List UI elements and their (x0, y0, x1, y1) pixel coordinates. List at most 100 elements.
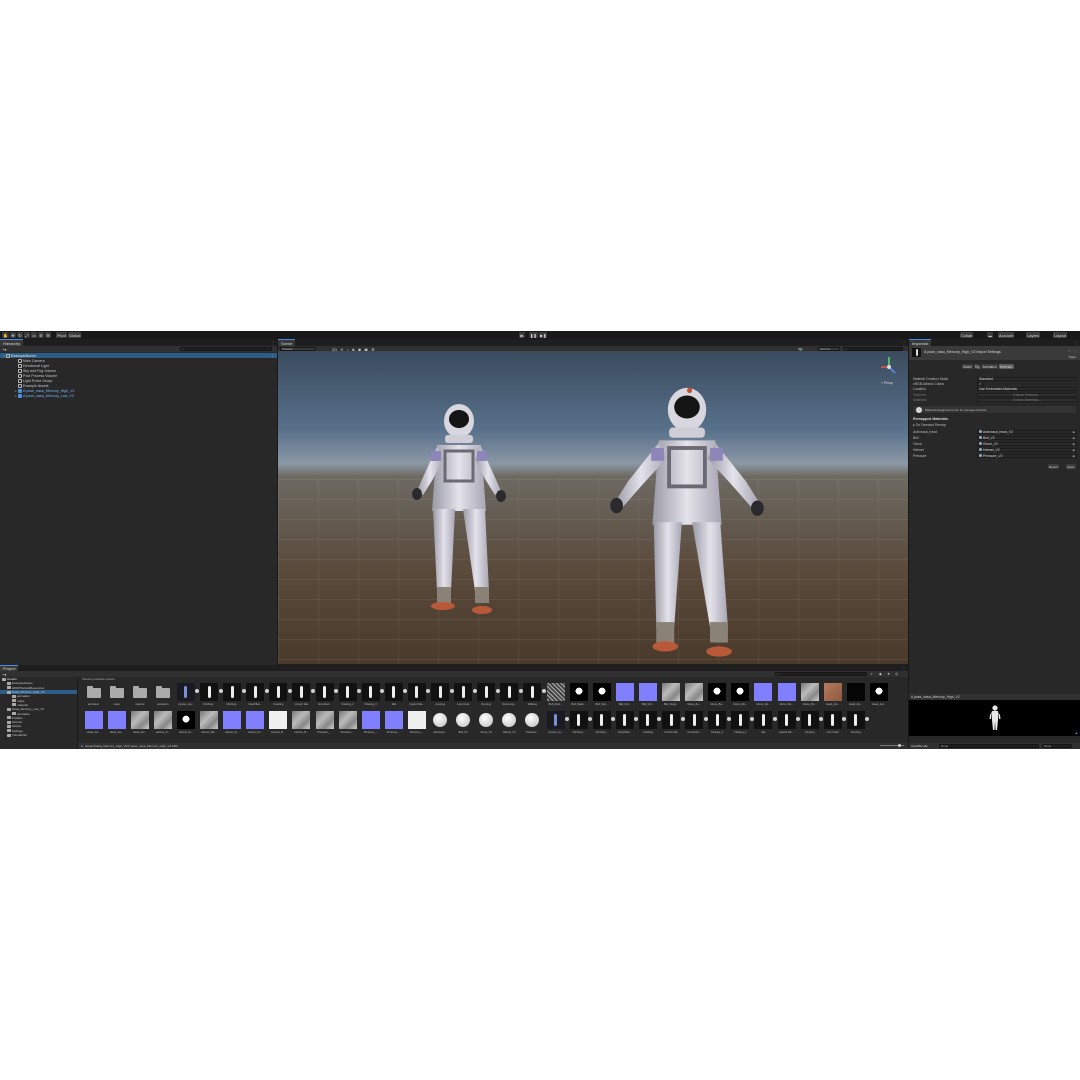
layers-dropdown[interactable]: Layers (1026, 332, 1041, 338)
object-picker-icon[interactable]: ◉ (1072, 430, 1075, 434)
asset-item[interactable]: Crawl Bac... (246, 683, 269, 709)
move-tool-icon[interactable]: ✥ (9, 332, 16, 338)
asset-item[interactable]: Crawl Bac... (615, 711, 639, 737)
open-button[interactable]: Open (1067, 355, 1077, 359)
favorite-icon[interactable]: ★ (887, 672, 890, 676)
tab-inspector[interactable]: Inspector (909, 339, 932, 346)
asset-item[interactable]: Crouch Idle (662, 711, 685, 737)
asset-item[interactable]: A pose_nas... (176, 683, 200, 709)
asset-item[interactable]: Astronaut... (431, 711, 450, 737)
asset-item[interactable]: Bell_Mask... (569, 683, 588, 709)
collab-button[interactable]: Collab (960, 332, 974, 338)
rect-tool-icon[interactable]: ▭ (30, 332, 37, 338)
hierarchy-item[interactable]: ▸ A pose_nasa_Mercury_Low_V2 (0, 393, 277, 398)
asset-item[interactable]: Jumping (800, 711, 824, 737)
tab-scene[interactable]: Scene (278, 339, 296, 346)
scene-menu-icon[interactable]: ⋮ (270, 354, 274, 358)
object-picker-icon[interactable]: ◉ (1072, 442, 1075, 446)
asset-item[interactable]: Crouch Idle (292, 683, 315, 709)
layout-dropdown[interactable]: Layout (1053, 332, 1068, 338)
project-folder-item[interactable]: TutorialInfo (0, 733, 77, 737)
asset-item[interactable]: Idle (754, 711, 777, 737)
asset-item[interactable]: Helmet_N... (246, 711, 265, 737)
asset-item[interactable]: Floating_2 (338, 683, 362, 709)
on-demand-remap-foldout[interactable]: ▸ On Demand Remap (913, 423, 946, 427)
asset-item[interactable]: maps (107, 683, 126, 709)
hidden-packages-icon[interactable]: ◎ (895, 672, 898, 676)
asset-item[interactable]: Pressure_... (361, 711, 380, 737)
tab-hierarchy[interactable]: Hierarchy (0, 339, 24, 346)
object-picker-icon[interactable]: ◉ (1072, 436, 1075, 440)
tab-model[interactable]: Model (962, 364, 973, 369)
asset-item[interactable]: Helmet_R... (292, 711, 311, 737)
asset-item[interactable]: Crouched... (685, 711, 708, 737)
revert-button[interactable]: Revert (1048, 464, 1059, 469)
asset-item[interactable]: Injured Wa... (777, 711, 800, 737)
asset-item[interactable]: Glove_Ro... (800, 683, 819, 709)
asset-item[interactable]: Head_Ast... (84, 711, 103, 737)
asset-item[interactable]: Climbing... (592, 711, 616, 737)
asset-item[interactable]: Pressure_... (315, 711, 334, 737)
account-dropdown[interactable]: Account (998, 332, 1015, 338)
scene-orientation-gizmo-icon[interactable] (881, 357, 896, 374)
custom-tool-icon[interactable]: ⚒ (44, 332, 51, 338)
model-preview[interactable]: ▶ (909, 700, 1080, 736)
asset-item[interactable]: Swimming... (500, 683, 523, 709)
transform-tool-icon[interactable]: ⊕ (37, 332, 44, 338)
asset-item[interactable]: Idle (384, 683, 408, 709)
asset-item[interactable]: Floating_3 (361, 683, 385, 709)
field-dropdown[interactable]: Use Embedded Materials (977, 387, 1077, 392)
astronaut-high-model[interactable] (610, 387, 764, 657)
asset-item[interactable]: Crawling (269, 683, 292, 709)
hierarchy-search-input[interactable]: ⌕ (180, 347, 272, 351)
material-object-field[interactable]: Bell_V2 ◉ (977, 435, 1077, 440)
asset-item[interactable]: Pressure_... (338, 711, 357, 737)
asset-item[interactable]: Head_Ast... (130, 711, 149, 737)
asset-item[interactable]: material (130, 683, 149, 709)
asset-item[interactable]: Climbing... (569, 711, 593, 737)
asset-item[interactable]: Running (846, 711, 870, 737)
asset-item[interactable]: Glove_No... (777, 683, 796, 709)
asset-item[interactable]: Crawling (638, 711, 662, 737)
global-toggle[interactable]: Global (67, 332, 82, 338)
pause-button[interactable]: ❚❚ (529, 332, 538, 338)
srgb-checkbox[interactable]: ✓ (977, 381, 984, 386)
play-button[interactable]: ▶ (519, 332, 525, 338)
asset-item[interactable]: Helmet_D... (153, 711, 172, 737)
asset-item[interactable]: Bell_Nor... (638, 683, 657, 709)
object-picker-icon[interactable]: ◉ (1072, 454, 1075, 458)
panel-menu-icon[interactable]: ⋮ (271, 340, 275, 345)
asset-item[interactable]: Helmet_N... (223, 711, 242, 737)
asset-item[interactable]: Floating_2 (708, 711, 731, 737)
create-plus-icon[interactable]: +▾ (2, 347, 6, 352)
asset-item[interactable]: Running (477, 683, 500, 709)
help-icon[interactable]: ? (1068, 349, 1070, 353)
asset-item[interactable]: Helmet_R... (269, 711, 288, 737)
asset-item[interactable]: Low Crawl (823, 711, 847, 737)
asset-item[interactable]: Helmet_Me... (200, 711, 219, 737)
asset-item[interactable]: Helmet_M... (176, 711, 195, 737)
panel-menu-icon[interactable]: ⋮ (902, 340, 906, 345)
asset-item[interactable]: animation (153, 683, 172, 709)
asset-item[interactable]: Climbing... (223, 683, 246, 709)
asset-item[interactable]: Glove_No... (754, 683, 773, 709)
asset-item[interactable]: Glove_V2 (477, 711, 496, 737)
asset-item[interactable]: Bell_Roug... (662, 683, 681, 709)
asset-item[interactable]: Head_Ast... (846, 683, 865, 709)
apply-button[interactable]: Apply (1066, 464, 1076, 469)
panel-menu-icon[interactable]: ⋮ (902, 666, 906, 671)
extract-button[interactable]: Extract Textures... (977, 392, 1077, 397)
asset-item[interactable]: Floating_3 (731, 711, 754, 737)
material-object-field[interactable]: Helmet_V2 ◉ (977, 447, 1077, 452)
panel-menu-icon[interactable]: ⋮ (1074, 340, 1078, 345)
assetbundle-dropdown[interactable]: None (939, 744, 1039, 748)
thumbnail-size-slider[interactable] (880, 744, 904, 747)
asset-item[interactable]: Pressure... (523, 711, 542, 737)
asset-item[interactable]: Pressure_... (384, 711, 403, 737)
asset-item[interactable]: Head_Ast... (869, 683, 888, 709)
tab-animation[interactable]: Animation (981, 364, 998, 369)
persp-label[interactable]: < Persp (881, 381, 893, 385)
assetbundle-variant-dropdown[interactable]: None (1042, 744, 1072, 748)
asset-item[interactable]: Glove_Ao... (685, 683, 704, 709)
asset-item[interactable]: Crouched... (315, 683, 338, 709)
